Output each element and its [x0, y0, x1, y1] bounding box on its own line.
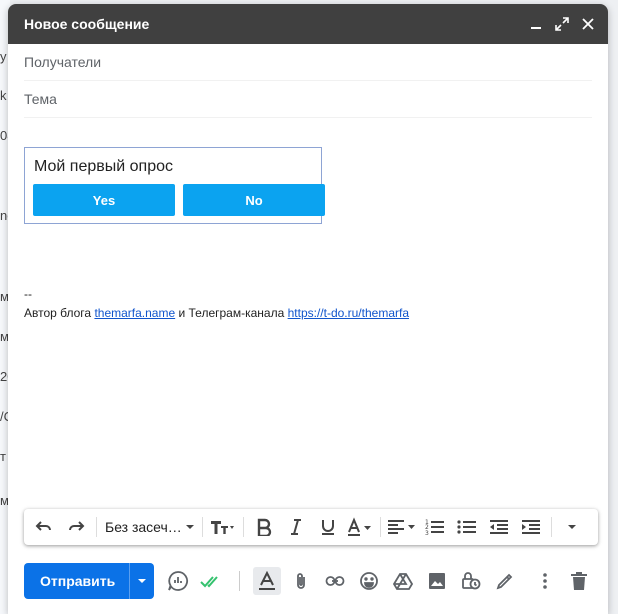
- poll-extension-icon[interactable]: [164, 567, 192, 595]
- photo-icon[interactable]: [423, 567, 451, 595]
- minimize-icon[interactable]: [528, 16, 544, 32]
- italic-icon[interactable]: [282, 513, 310, 541]
- underline-icon[interactable]: [314, 513, 342, 541]
- confidential-mode-icon[interactable]: [457, 567, 485, 595]
- indent-less-icon[interactable]: [485, 513, 513, 541]
- drive-icon[interactable]: [389, 567, 417, 595]
- toolbar-divider: [379, 517, 381, 537]
- subject-row: [24, 81, 592, 118]
- emoji-icon[interactable]: [355, 567, 383, 595]
- poll-no-button[interactable]: No: [183, 184, 325, 216]
- compose-window: Новое сообщение Мой первый опрос Yes No: [8, 4, 608, 614]
- chevron-down-icon: [138, 579, 147, 583]
- font-family-label: Без засеч…: [105, 519, 182, 535]
- signature-line: Автор блога themarfa.name и Телеграм-кан…: [24, 304, 409, 323]
- compose-bottom-bar: Отправить: [24, 562, 596, 600]
- chevron-down-icon: [185, 525, 194, 529]
- send-button[interactable]: Отправить: [24, 563, 130, 599]
- link-icon[interactable]: [321, 567, 349, 595]
- channel-link[interactable]: https://t-do.ru/themarfa: [288, 306, 409, 320]
- blog-link[interactable]: themarfa.name: [94, 306, 175, 320]
- text-color-icon[interactable]: [346, 513, 374, 541]
- signature-dashes: --: [24, 287, 32, 301]
- signature-middle: и Телеграм-канала: [175, 306, 288, 320]
- send-options-button[interactable]: [129, 563, 155, 599]
- more-options-icon[interactable]: [531, 567, 559, 595]
- poll-yes-button[interactable]: Yes: [33, 184, 175, 216]
- bottom-divider: [239, 571, 241, 591]
- signature-prefix: Автор блога: [24, 306, 95, 320]
- formatting-options-icon[interactable]: [253, 567, 282, 595]
- subject-input[interactable]: [24, 91, 592, 107]
- toolbar-divider: [550, 517, 552, 537]
- chevron-down-icon: [567, 525, 576, 529]
- font-family-select[interactable]: Без засеч…: [101, 519, 198, 535]
- signature-icon[interactable]: [491, 567, 519, 595]
- toolbar-divider: [201, 517, 203, 537]
- redo-icon[interactable]: [62, 513, 90, 541]
- poll-title: Мой первый опрос: [34, 158, 173, 175]
- compose-title: Новое сообщение: [24, 16, 150, 32]
- compose-title-bar[interactable]: Новое сообщение: [8, 4, 608, 44]
- fullscreen-icon[interactable]: [554, 16, 570, 32]
- recipients-row: [24, 44, 592, 81]
- svg-text:3: 3: [425, 530, 429, 536]
- undo-icon[interactable]: [30, 513, 58, 541]
- trash-icon[interactable]: [565, 567, 593, 595]
- bold-icon[interactable]: [250, 513, 278, 541]
- indent-more-icon[interactable]: [517, 513, 545, 541]
- numbered-list-icon[interactable]: 123: [421, 513, 449, 541]
- more-formatting-icon[interactable]: [558, 513, 586, 541]
- close-icon[interactable]: [580, 16, 596, 32]
- attach-icon[interactable]: [287, 567, 315, 595]
- message-body[interactable]: Мой первый опрос Yes No -- Автор блога t…: [24, 118, 592, 488]
- formatting-toolbar: Без засеч… 123: [24, 509, 598, 545]
- align-icon[interactable]: [387, 513, 417, 541]
- recipients-input[interactable]: [24, 54, 592, 70]
- poll-widget: Мой первый опрос Yes No: [24, 147, 325, 224]
- font-size-icon[interactable]: [209, 513, 237, 541]
- bulleted-list-icon[interactable]: [453, 513, 481, 541]
- send-group: Отправить: [24, 563, 155, 599]
- toolbar-divider: [96, 517, 97, 537]
- read-receipt-icon[interactable]: [198, 567, 226, 595]
- toolbar-divider: [242, 517, 244, 537]
- signature: -- Автор блога themarfa.name и Телеграм-…: [24, 285, 409, 323]
